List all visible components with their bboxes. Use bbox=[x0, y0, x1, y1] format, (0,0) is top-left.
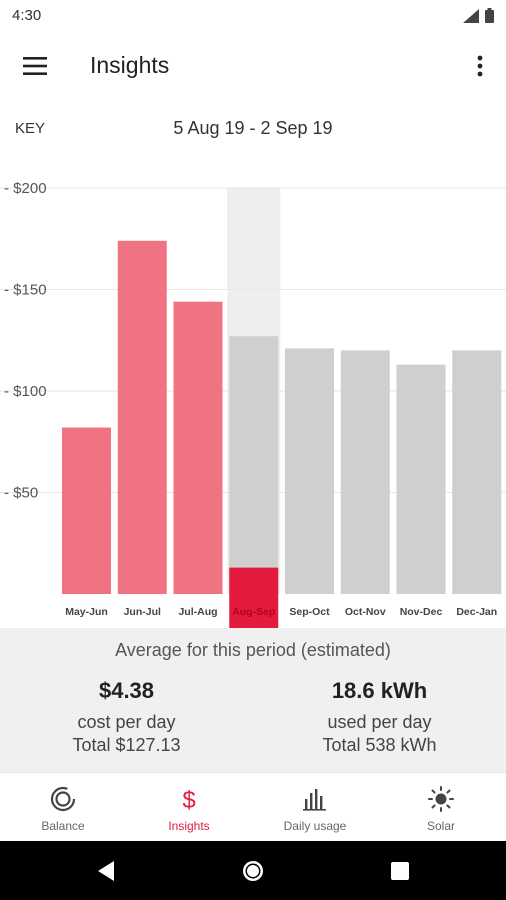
x-tick-label: Sep-Oct bbox=[289, 606, 330, 618]
menu-button[interactable] bbox=[18, 50, 52, 82]
summary-panel: Average for this period (estimated) $4.3… bbox=[0, 628, 506, 772]
nav-daily-usage[interactable]: Daily usage bbox=[252, 773, 378, 842]
nav-solar-label: Solar bbox=[426, 819, 455, 833]
page-title: Insights bbox=[90, 52, 170, 78]
x-tick-label: Jun-Jul bbox=[124, 606, 161, 618]
nav-solar[interactable]: Solar bbox=[378, 773, 504, 842]
x-tick-label: Nov-Dec bbox=[400, 606, 443, 618]
y-tick-label: - $100 bbox=[4, 383, 47, 400]
x-tick-label: Dec-Jan bbox=[456, 606, 497, 618]
system-navigation-bar bbox=[0, 841, 506, 900]
nav-insights[interactable]: $ Insights bbox=[126, 773, 252, 842]
chart-bar bbox=[452, 350, 502, 594]
status-icons bbox=[463, 8, 494, 23]
x-tick-label: Jul-Aug bbox=[178, 606, 217, 618]
cost-stat: $4.38 cost per day Total $127.13 bbox=[0, 678, 253, 756]
chart-bar bbox=[173, 301, 223, 594]
back-icon[interactable] bbox=[92, 857, 120, 885]
selected-actual-bar bbox=[229, 567, 279, 594]
bottom-navigation: Balance $ Insights Daily usage Solar bbox=[0, 772, 506, 842]
battery-icon bbox=[485, 8, 494, 23]
usage-per-day-value: 18.6 kWh bbox=[331, 678, 428, 703]
x-tick-label: Aug-Sep bbox=[232, 606, 275, 618]
signal-icon bbox=[463, 8, 479, 23]
status-time: 4:30 bbox=[12, 7, 42, 24]
svg-text:$: $ bbox=[182, 787, 195, 813]
app-bar: Insights bbox=[0, 32, 506, 100]
recents-icon[interactable] bbox=[386, 857, 414, 885]
y-tick-label: - $150 bbox=[4, 282, 47, 299]
home-icon[interactable] bbox=[239, 857, 267, 885]
summary-heading: Average for this period (estimated) bbox=[115, 640, 391, 660]
nav-insights-label: Insights bbox=[168, 819, 210, 833]
more-options-button[interactable] bbox=[468, 50, 492, 82]
cost-per-day-label: cost per day bbox=[77, 712, 176, 732]
hamburger-menu-icon bbox=[23, 57, 47, 75]
cost-per-day-value: $4.38 bbox=[98, 678, 155, 703]
period-label: 5 Aug 19 - 2 Sep 19 bbox=[173, 118, 333, 138]
chart-bar bbox=[285, 348, 334, 594]
x-tick-label: May-Jun bbox=[65, 606, 108, 618]
bar-chart-icon bbox=[303, 789, 326, 811]
nav-balance-label: Balance bbox=[41, 819, 85, 833]
x-tick-label: Oct-Nov bbox=[345, 606, 386, 618]
chart-bar bbox=[117, 240, 167, 594]
chart-bar bbox=[340, 350, 390, 594]
y-tick-label: - $200 bbox=[4, 180, 47, 197]
status-bar: 4:30 bbox=[0, 0, 506, 32]
nav-daily-usage-label: Daily usage bbox=[283, 819, 347, 833]
usage-per-day-label: used per day bbox=[327, 712, 432, 732]
usage-stat: 18.6 kWh used per day Total 538 kWh bbox=[253, 678, 506, 756]
cost-total: Total $127.13 bbox=[72, 735, 181, 755]
sun-icon bbox=[428, 786, 454, 812]
usage-total: Total 538 kWh bbox=[322, 735, 437, 755]
insights-chart: - $200 - $150 - $100 - $50 May-Jun Jun-Jul Jul… bbox=[0, 180, 506, 628]
chart-bar bbox=[396, 364, 446, 594]
more-vertical-icon bbox=[477, 55, 483, 77]
chart-bar bbox=[62, 427, 111, 594]
chart-bar bbox=[229, 336, 279, 594]
y-tick-label: - $50 bbox=[4, 485, 38, 502]
nav-balance[interactable]: Balance bbox=[0, 773, 126, 842]
balance-ring-icon bbox=[50, 786, 76, 812]
dollar-icon: $ bbox=[182, 787, 195, 813]
